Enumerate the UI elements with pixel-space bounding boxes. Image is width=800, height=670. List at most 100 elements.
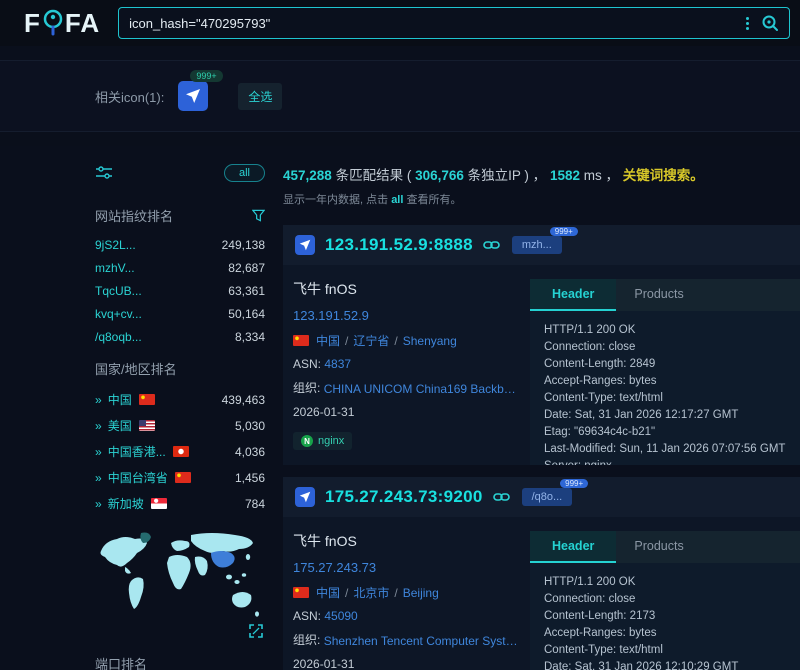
fingerprint-badge[interactable]: mzh... 999+ — [512, 236, 562, 254]
country-flag — [151, 498, 167, 509]
country-flag — [175, 472, 191, 483]
result-ip-port-link[interactable]: 175.27.243.73:9200 — [325, 487, 483, 507]
related-favicon-tile[interactable] — [178, 81, 208, 111]
fnos-logo-icon — [185, 88, 201, 104]
location-city-link[interactable]: Beijing — [403, 586, 439, 600]
double-chevron-icon: » — [95, 497, 102, 511]
result-asn: ASN: 45090 — [293, 609, 530, 623]
result-favicon[interactable] — [295, 235, 315, 255]
tab-products[interactable]: Products — [616, 279, 701, 311]
http-header-content[interactable]: HTTP/1.1 200 OK Connection: close Conten… — [530, 563, 800, 670]
header-panel: Header Products HTTP/1.1 200 OK Connecti… — [530, 531, 800, 670]
filter-sliders-icon[interactable] — [95, 165, 113, 181]
country-row[interactable]: » 美国 5,030 — [95, 417, 265, 434]
product-tag-nginx[interactable]: N nginx — [293, 432, 352, 450]
double-chevron-icon: » — [95, 471, 102, 485]
fingerprint-row[interactable]: kvq+cv... 50,164 — [95, 307, 265, 321]
result-date: 2026-01-31 — [293, 405, 530, 419]
country-row[interactable]: » 中国 439,463 — [95, 391, 265, 408]
header-panel: Header Products HTTP/1.1 200 OK Connecti… — [530, 279, 800, 465]
result-org: 组织: CHINA UNICOM China169 Backbone — [293, 379, 530, 396]
result-location: 中国 / 辽宁省 / Shenyang — [293, 332, 530, 349]
match-count: 457,288 — [283, 168, 332, 183]
external-link-icon[interactable] — [493, 491, 510, 503]
result-title: 飞牛 fnOS — [293, 279, 530, 299]
fingerprint-ranking-title: 网站指纹排名 — [95, 206, 173, 225]
fingerprint-row[interactable]: mzhV... 82,687 — [95, 261, 265, 275]
tab-header[interactable]: Header — [530, 279, 616, 311]
result-stats: 457,288 条匹配结果 ( 306,766 条独立IP ) ， 1582 m… — [283, 164, 800, 184]
country-ranking-title: 国家/地区排名 — [95, 359, 177, 378]
world-map[interactable] — [95, 528, 265, 640]
location-country-link[interactable]: 中国 — [316, 584, 340, 601]
fingerprint-row[interactable]: TqcUB... 63,361 — [95, 284, 265, 298]
double-chevron-icon: » — [95, 393, 102, 407]
location-province-link[interactable]: 辽宁省 — [353, 332, 389, 349]
fingerprint-badge[interactable]: /q8o... 999+ — [522, 488, 573, 506]
top-navbar: F FA — [0, 0, 800, 46]
result-ip-link[interactable]: 123.191.52.9 — [293, 308, 530, 323]
fingerprint-badge-count: 999+ — [560, 479, 588, 488]
unique-ip-count: 306,766 — [415, 168, 464, 183]
search-icon[interactable] — [761, 14, 779, 32]
more-options-icon[interactable] — [738, 17, 757, 30]
country-flag — [293, 335, 309, 346]
fingerprint-row[interactable]: /q8oqb... 8,334 — [95, 330, 265, 344]
search-input[interactable] — [129, 16, 738, 31]
result-card: 123.191.52.9:8888 mzh... 999+ 飞牛 fnOS 12… — [283, 225, 800, 465]
result-stats-hint: 显示一年内数据, 点击 all 查看所有。 — [283, 191, 800, 207]
country-ranking-list: » 中国 439,463 » 美国 5,030 » 中国香港... 4,036 … — [95, 391, 265, 512]
fingerprint-row[interactable]: 9jS2L... 249,138 — [95, 238, 265, 252]
country-row[interactable]: » 新加坡 784 — [95, 495, 265, 512]
asn-link[interactable]: 4837 — [324, 357, 351, 371]
location-city-link[interactable]: Shenyang — [403, 334, 457, 348]
country-flag — [139, 420, 155, 431]
country-flag — [139, 394, 155, 405]
keyword-search-link[interactable]: 关键词搜索。 — [623, 168, 704, 183]
asn-link[interactable]: 45090 — [324, 609, 357, 623]
fingerprint-ranking-list: 9jS2L... 249,138 mzhV... 82,687 TqcUB...… — [95, 238, 265, 344]
double-chevron-icon: » — [95, 445, 102, 459]
fnos-logo-icon — [299, 239, 311, 251]
result-ip-link[interactable]: 175.27.243.73 — [293, 560, 530, 575]
country-row[interactable]: » 中国香港... 4,036 — [95, 443, 265, 460]
results-area: 457,288 条匹配结果 ( 306,766 条独立IP ) ， 1582 m… — [283, 164, 800, 670]
http-header-content[interactable]: HTTP/1.1 200 OK Connection: close Conten… — [530, 311, 800, 465]
org-link[interactable]: Shenzhen Tencent Computer Systems Compa.… — [324, 634, 519, 648]
result-details: 飞牛 fnOS 123.191.52.9 中国 / 辽宁省 / Shenyang… — [293, 279, 530, 465]
map-fullscreen-icon[interactable] — [249, 624, 263, 638]
funnel-filter-icon[interactable] — [252, 209, 265, 222]
country-row[interactable]: » 中国台湾省 1,456 — [95, 469, 265, 486]
map-china-highlight — [211, 551, 235, 568]
result-ip-port-link[interactable]: 123.191.52.9:8888 — [325, 235, 473, 255]
logo-text-f: F — [24, 8, 41, 39]
fofa-o-icon — [42, 8, 64, 38]
country-flag — [173, 446, 189, 457]
related-icon-band: 相关icon(1): 999+ 全选 — [0, 60, 800, 146]
result-org: 组织: Shenzhen Tencent Computer Systems Co… — [293, 631, 530, 648]
result-favicon[interactable] — [295, 487, 315, 507]
result-card: 175.27.243.73:9200 /q8o... 999+ 飞牛 fnOS … — [283, 477, 800, 670]
all-filter-pill[interactable]: all — [224, 164, 265, 182]
result-location: 中国 / 北京市 / Beijing — [293, 584, 530, 601]
result-date: 2026-01-31 — [293, 657, 530, 670]
location-country-link[interactable]: 中国 — [316, 332, 340, 349]
double-chevron-icon: » — [95, 419, 102, 433]
select-all-button[interactable]: 全选 — [238, 83, 282, 110]
location-province-link[interactable]: 北京市 — [353, 584, 389, 601]
org-link[interactable]: CHINA UNICOM China169 Backbone — [324, 382, 519, 396]
tab-products[interactable]: Products — [616, 531, 701, 563]
port-ranking-title: 端口排名 — [95, 654, 147, 670]
sidebar: all 网站指纹排名 9jS2L... 249,138 mzhV... 82,6… — [95, 164, 265, 670]
search-bar — [118, 7, 790, 39]
external-link-icon[interactable] — [483, 239, 500, 251]
result-details: 飞牛 fnOS 175.27.243.73 中国 / 北京市 / Beijing… — [293, 531, 530, 670]
tab-header[interactable]: Header — [530, 531, 616, 563]
query-time: 1582 — [550, 168, 580, 183]
country-flag — [293, 587, 309, 598]
all-link[interactable]: all — [391, 194, 403, 206]
fingerprint-badge-count: 999+ — [550, 227, 578, 236]
fofa-logo[interactable]: F FA — [24, 8, 100, 39]
fnos-logo-icon — [299, 491, 311, 503]
related-icon-label: 相关icon(1): — [95, 87, 164, 106]
